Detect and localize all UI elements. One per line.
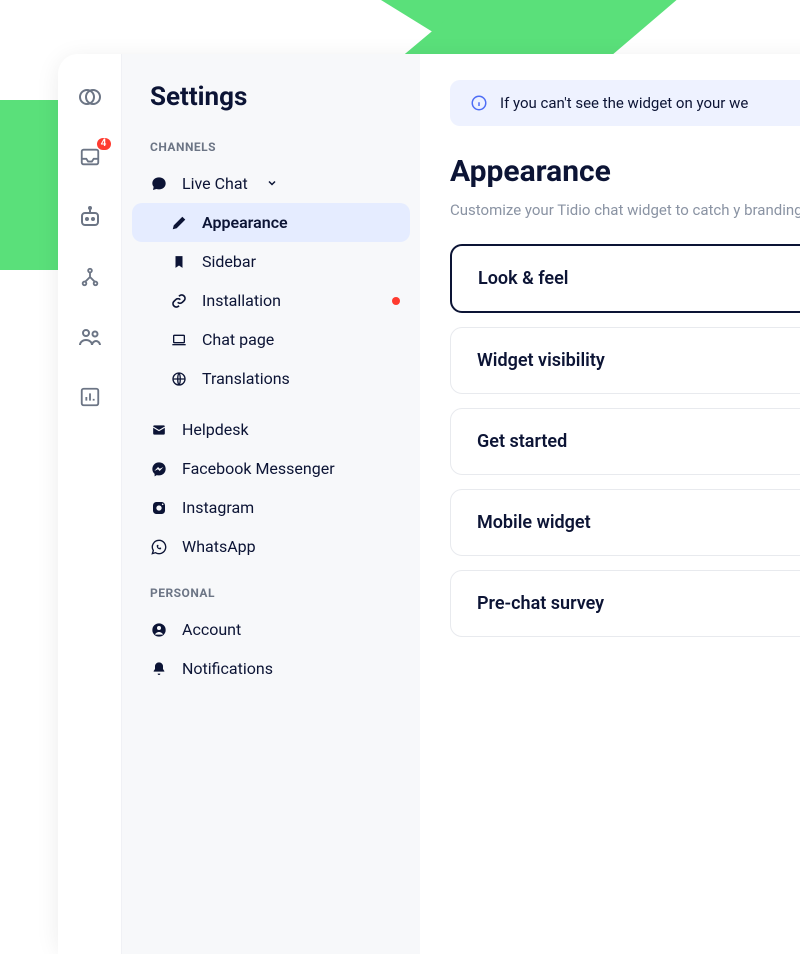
- menu-label: Live Chat: [182, 174, 248, 193]
- card-look-and-feel[interactable]: Look & feel: [450, 244, 800, 313]
- banner-text: If you can't see the widget on your we: [500, 94, 748, 112]
- user-icon: [150, 621, 168, 639]
- brush-icon: [170, 214, 188, 232]
- menu-whatsapp[interactable]: WhatsApp: [132, 527, 410, 566]
- bookmark-icon: [170, 253, 188, 271]
- menu-label: Chat page: [202, 330, 274, 349]
- menu-label: Account: [182, 620, 241, 639]
- settings-sidebar: Settings CHANNELS Live Chat Appearance S…: [122, 54, 420, 954]
- menu-account[interactable]: Account: [132, 610, 410, 649]
- menu-label: Helpdesk: [182, 420, 249, 439]
- mail-icon: [150, 421, 168, 439]
- link-icon: [170, 292, 188, 310]
- icon-rail: 4: [58, 54, 122, 954]
- chat-bubble-icon: [150, 175, 168, 193]
- contacts-icon[interactable]: [77, 324, 103, 350]
- menu-label: Appearance: [202, 213, 288, 232]
- chevron-down-icon: [266, 174, 278, 193]
- menu-label: Facebook Messenger: [182, 459, 335, 478]
- card-pre-chat-survey[interactable]: Pre-chat survey: [450, 570, 800, 637]
- section-personal: PERSONAL: [132, 578, 410, 610]
- menu-live-chat[interactable]: Live Chat: [132, 164, 410, 203]
- logo-icon[interactable]: [77, 84, 103, 110]
- inbox-icon[interactable]: 4: [77, 144, 103, 170]
- analytics-icon[interactable]: [77, 384, 103, 410]
- whatsapp-icon: [150, 538, 168, 556]
- menu-label: Notifications: [182, 659, 273, 678]
- card-get-started[interactable]: Get started: [450, 408, 800, 475]
- info-icon: [470, 94, 488, 112]
- info-banner: If you can't see the widget on your we: [450, 80, 800, 126]
- instagram-icon: [150, 499, 168, 517]
- menu-label: Sidebar: [202, 252, 256, 271]
- messenger-icon: [150, 460, 168, 478]
- laptop-icon: [170, 331, 188, 349]
- app-window: 4 Settings CHANNELS Live Chat: [58, 54, 800, 954]
- menu-notifications[interactable]: Notifications: [132, 649, 410, 688]
- menu-chat-page[interactable]: Chat page: [132, 320, 410, 359]
- section-channels: CHANNELS: [132, 132, 410, 164]
- menu-helpdesk[interactable]: Helpdesk: [132, 410, 410, 449]
- menu-label: WhatsApp: [182, 537, 256, 556]
- menu-label: Translations: [202, 369, 290, 388]
- menu-instagram[interactable]: Instagram: [132, 488, 410, 527]
- card-widget-visibility[interactable]: Widget visibility: [450, 327, 800, 394]
- bell-icon: [150, 660, 168, 678]
- menu-label: Instagram: [182, 498, 254, 517]
- menu-facebook-messenger[interactable]: Facebook Messenger: [132, 449, 410, 488]
- page-description: Customize your Tidio chat widget to catc…: [450, 199, 800, 222]
- globe-icon: [170, 370, 188, 388]
- main-content: If you can't see the widget on your we A…: [420, 54, 800, 954]
- page-title: Appearance: [450, 154, 800, 189]
- menu-translations[interactable]: Translations: [132, 359, 410, 398]
- menu-label: Installation: [202, 291, 281, 310]
- notification-dot: [392, 297, 400, 305]
- bot-icon[interactable]: [77, 204, 103, 230]
- menu-installation[interactable]: Installation: [132, 281, 410, 320]
- menu-appearance[interactable]: Appearance: [132, 203, 410, 242]
- card-mobile-widget[interactable]: Mobile widget: [450, 489, 800, 556]
- settings-title: Settings: [132, 78, 410, 132]
- menu-sidebar[interactable]: Sidebar: [132, 242, 410, 281]
- flows-icon[interactable]: [77, 264, 103, 290]
- inbox-badge: 4: [97, 138, 111, 150]
